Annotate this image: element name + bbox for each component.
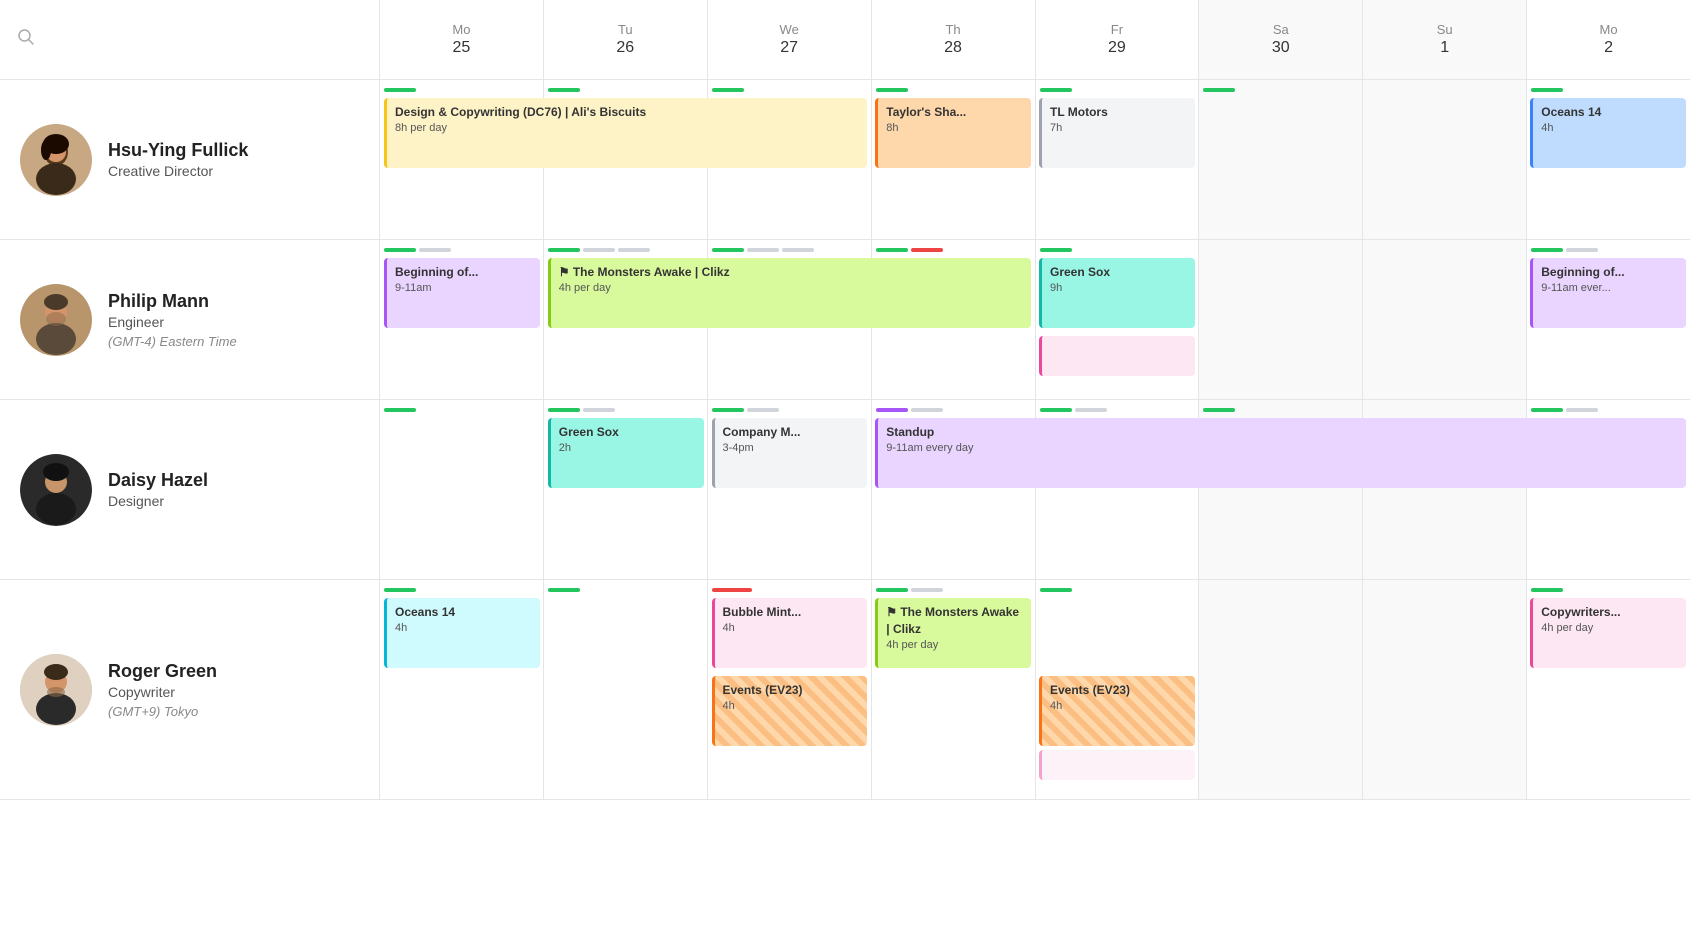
day-col-we27: We 27 — [708, 0, 872, 79]
event-pink-fr-philip[interactable] — [1035, 336, 1199, 376]
person-role-hsu-ying: Creative Director — [108, 163, 248, 179]
person-details-roger: Roger Green Copywriter (GMT+9) Tokyo — [108, 661, 217, 719]
avatar-hsu-ying — [20, 124, 92, 196]
person-role-philip: Engineer — [108, 314, 237, 330]
person-info-hsu-ying: Hsu-Ying Fullick Creative Director — [0, 80, 380, 239]
event-monsters-awake-roger[interactable]: ⚑ The Monsters Awake | Clikz 4h per day — [871, 598, 1035, 668]
event-monsters-awake-philip[interactable]: ⚑ The Monsters Awake | Clikz 4h per day — [544, 258, 1035, 328]
event-ev23-we-roger[interactable]: Events (EV23) 4h — [708, 676, 872, 746]
event-pink-bottom-roger[interactable] — [1035, 750, 1199, 780]
day-mo-daisy — [380, 400, 544, 579]
event-design-copywriting[interactable]: Design & Copywriting (DC76) | Ali's Bisc… — [380, 98, 871, 168]
day-num: 25 — [453, 39, 471, 57]
people-rows: Hsu-Ying Fullick Creative Director — [0, 80, 1690, 952]
event-oceans14-hsu[interactable]: Oceans 14 4h — [1526, 98, 1690, 168]
person-tz-roger: (GMT+9) Tokyo — [108, 704, 217, 719]
day-su-philip — [1363, 240, 1527, 399]
person-info-roger: Roger Green Copywriter (GMT+9) Tokyo — [0, 580, 380, 799]
header-left — [0, 0, 380, 79]
person-row-hsu-ying: Hsu-Ying Fullick Creative Director — [0, 80, 1690, 240]
person-role-daisy: Designer — [108, 493, 208, 509]
day-col-tu26: Tu 26 — [544, 0, 708, 79]
day-col-mo2: Mo 2 — [1527, 0, 1690, 79]
person-role-roger: Copywriter — [108, 684, 217, 700]
person-name-hsu-ying: Hsu-Ying Fullick — [108, 140, 248, 161]
event-beginning-philip-mo2[interactable]: Beginning of... 9-11am ever... — [1526, 258, 1690, 328]
person-name-philip: Philip Mann — [108, 291, 237, 312]
avatar-philip — [20, 284, 92, 356]
day-col-su1: Su 1 — [1363, 0, 1527, 79]
person-info-philip: Philip Mann Engineer (GMT-4) Eastern Tim… — [0, 240, 380, 399]
avatar-daisy — [20, 454, 92, 526]
calendar-hsu-ying: Design & Copywriting (DC76) | Ali's Bisc… — [380, 80, 1690, 239]
person-name-roger: Roger Green — [108, 661, 217, 682]
day-tu-roger — [544, 580, 708, 799]
day-col-th28: Th 28 — [872, 0, 1036, 79]
event-oceans14-roger[interactable]: Oceans 14 4h — [380, 598, 544, 668]
day-col-mo25: Mo 25 — [380, 0, 544, 79]
day-col-sa30: Sa 30 — [1199, 0, 1363, 79]
day-sa-roger — [1199, 580, 1363, 799]
event-greensox-philip[interactable]: Green Sox 9h — [1035, 258, 1199, 328]
person-info-daisy: Daisy Hazel Designer — [0, 400, 380, 579]
day-su-roger — [1363, 580, 1527, 799]
event-company-daisy[interactable]: Company M... 3-4pm — [708, 418, 872, 488]
event-bubble-mint-roger[interactable]: Bubble Mint... 4h — [708, 598, 872, 668]
event-ev23-fr-roger[interactable]: Events (EV23) 4h — [1035, 676, 1199, 746]
day-sa-hsu — [1199, 80, 1363, 239]
event-tl-motors[interactable]: TL Motors 7h — [1035, 98, 1199, 168]
person-row-roger: Roger Green Copywriter (GMT+9) Tokyo — [0, 580, 1690, 800]
event-standup-daisy[interactable]: Standup 9-11am every day — [871, 418, 1690, 488]
day-name: Mo — [452, 22, 470, 37]
person-details-daisy: Daisy Hazel Designer — [108, 470, 208, 509]
calendar-philip: Beginning of... 9-11am ⚑ The Monsters Aw… — [380, 240, 1690, 399]
event-taylors[interactable]: Taylor's Sha... 8h — [871, 98, 1035, 168]
event-greensox-daisy[interactable]: Green Sox 2h — [544, 418, 708, 488]
event-beginning-philip-mo[interactable]: Beginning of... 9-11am — [380, 258, 544, 328]
person-tz-philip: (GMT-4) Eastern Time — [108, 334, 237, 349]
avatar-roger — [20, 654, 92, 726]
person-details-philip: Philip Mann Engineer (GMT-4) Eastern Tim… — [108, 291, 237, 349]
header-days: Mo 25 Tu 26 We 27 Th 28 Fr 29 Sa 30 — [380, 0, 1690, 79]
calendar-daisy: Green Sox 2h Company M... 3-4pm Standup … — [380, 400, 1690, 579]
event-copywriters-roger[interactable]: Copywriters... 4h per day — [1526, 598, 1690, 668]
person-row-daisy: Daisy Hazel Designer — [0, 400, 1690, 580]
calendar-roger: Oceans 14 4h Bubble Mint... 4h Events (E… — [380, 580, 1690, 799]
day-col-fr29: Fr 29 — [1036, 0, 1200, 79]
day-sa-philip — [1199, 240, 1363, 399]
person-name-daisy: Daisy Hazel — [108, 470, 208, 491]
person-details-hsu-ying: Hsu-Ying Fullick Creative Director — [108, 140, 248, 179]
day-su-hsu — [1363, 80, 1527, 239]
person-row-philip: Philip Mann Engineer (GMT-4) Eastern Tim… — [0, 240, 1690, 400]
search-icon[interactable] — [16, 27, 36, 52]
